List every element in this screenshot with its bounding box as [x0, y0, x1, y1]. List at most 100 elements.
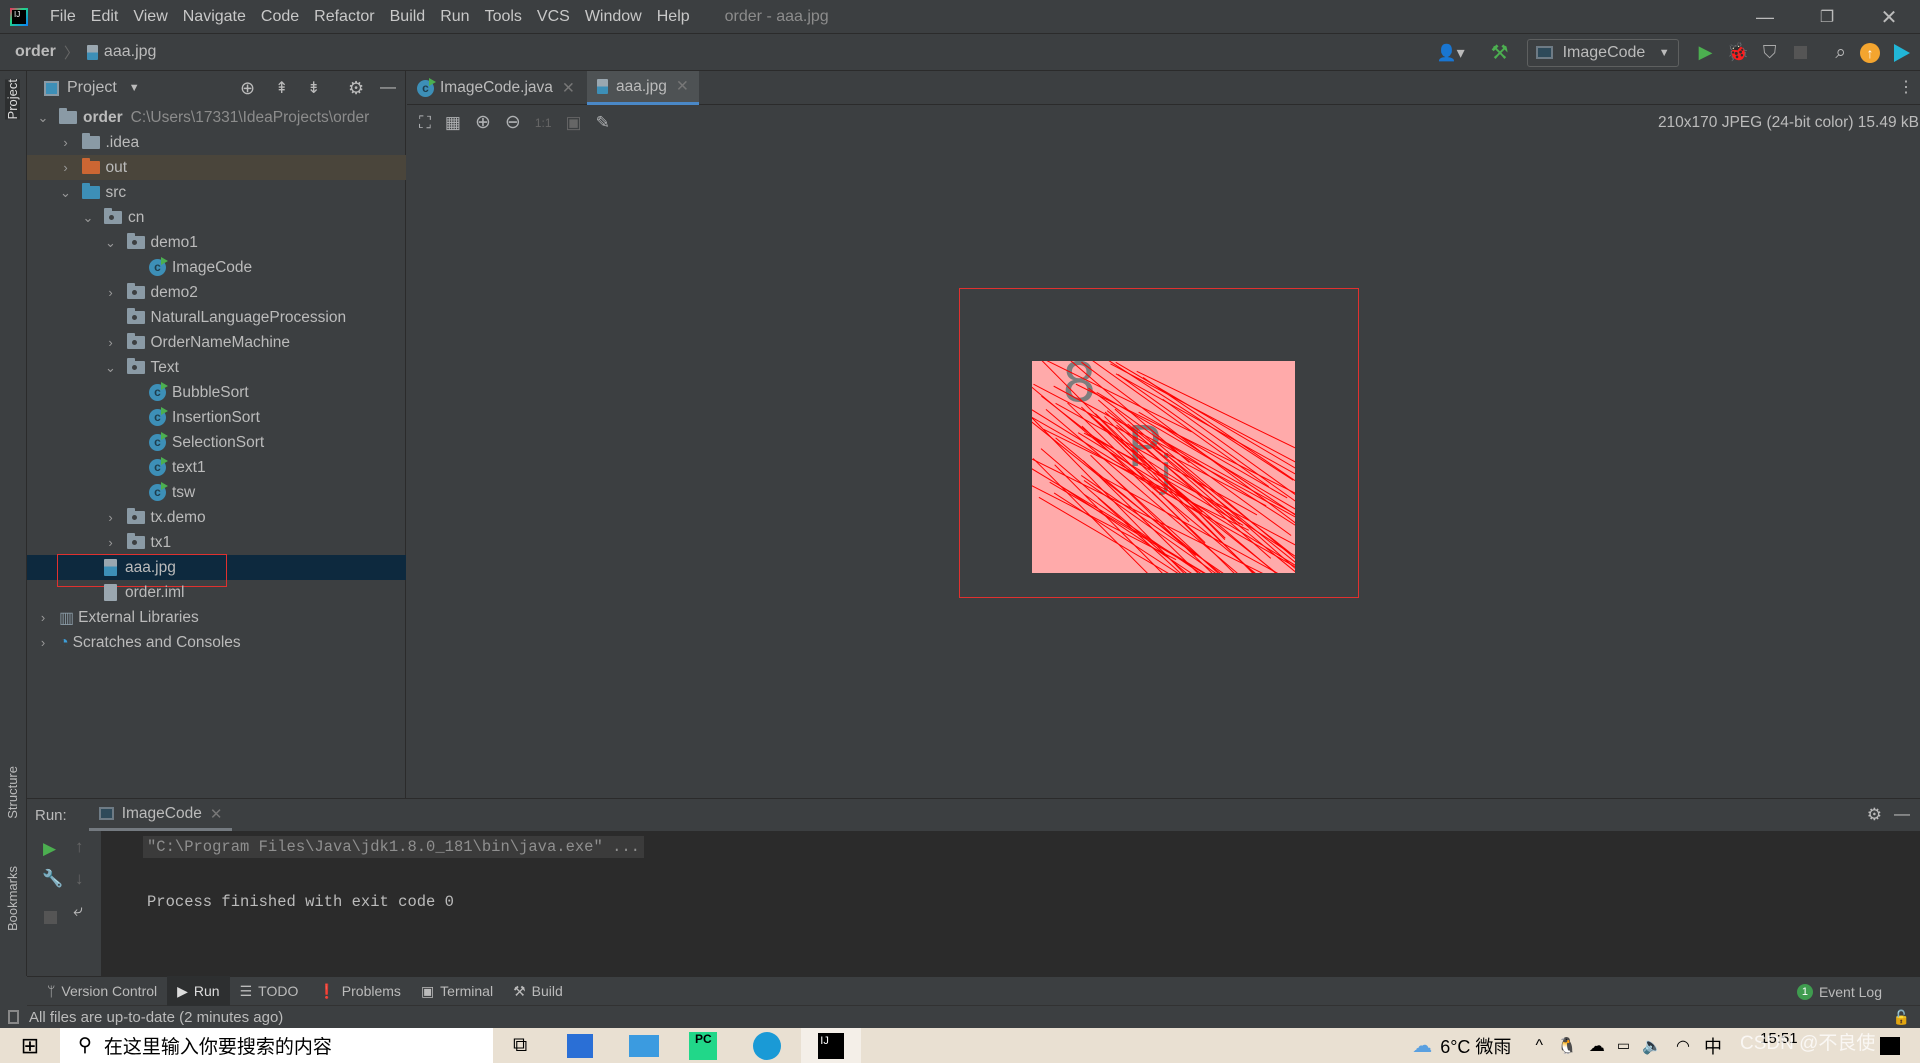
tree-item[interactable]: ⌄ Text	[27, 355, 406, 380]
tree-item[interactable]: ⌄ src	[27, 180, 406, 205]
onedrive-icon[interactable]: ☁	[1589, 1036, 1605, 1056]
search-icon[interactable]: ⌕	[1835, 42, 1846, 64]
tree-item[interactable]: ⌄ order C:\Users\17331\IdeaProjects\order	[27, 105, 406, 130]
more-options-icon[interactable]: ⋮	[1898, 77, 1914, 97]
tree-item[interactable]: › tx1	[27, 530, 406, 555]
close-tab-icon[interactable]: ✕	[210, 805, 223, 823]
minimize-button[interactable]: —	[1734, 7, 1796, 28]
mail-app-icon[interactable]	[629, 1034, 660, 1057]
tree-item[interactable]: › tx.demo	[27, 505, 406, 530]
settings-wrench-icon[interactable]: 🔧	[42, 869, 63, 889]
fit-window-icon[interactable]: ▣	[566, 113, 582, 133]
wifi-icon[interactable]: ◠	[1676, 1036, 1690, 1056]
grid-icon[interactable]: ▦	[445, 113, 461, 133]
tree-item[interactable]: › ◔ Scratches and Consoles	[27, 630, 406, 655]
hide-icon[interactable]: —	[1894, 806, 1910, 824]
status-toggle-icon[interactable]	[8, 1010, 19, 1024]
actual-size-button[interactable]: 1:1	[535, 116, 552, 130]
soft-wrap-icon[interactable]: ⤶	[73, 901, 83, 921]
update-icon[interactable]: ↑	[1860, 42, 1880, 63]
chevron-right-icon[interactable]: ›	[104, 335, 118, 350]
chevron-right-icon[interactable]: ›	[104, 285, 118, 300]
tree-item[interactable]: › ▥ External Libraries	[27, 605, 406, 630]
stop-icon[interactable]	[1794, 46, 1808, 59]
zoom-in-icon[interactable]: ⊕	[475, 111, 491, 134]
menu-tools[interactable]: Tools	[485, 8, 522, 26]
menu-refactor[interactable]: Refactor	[314, 8, 374, 26]
tree-item[interactable]: › .idea	[27, 130, 406, 155]
close-tab-icon[interactable]: ✕	[676, 77, 689, 96]
maximize-button[interactable]: ❐	[1796, 7, 1858, 27]
intellij-app-icon[interactable]: IJ	[801, 1028, 862, 1063]
lock-icon[interactable]: 🔓	[1893, 1009, 1910, 1026]
user-icon[interactable]: 👤▾	[1437, 43, 1465, 63]
tray-chevron-up-icon[interactable]: ^	[1535, 1037, 1543, 1055]
tree-item[interactable]: c tsw	[27, 480, 406, 505]
project-view-select[interactable]: Project	[67, 79, 117, 97]
stop-icon[interactable]	[44, 911, 57, 924]
run-tab-imagecode[interactable]: ImageCode ✕	[88, 799, 233, 831]
build-hammer-icon[interactable]: ⚒	[1491, 40, 1509, 65]
volume-icon[interactable]: 🔈	[1642, 1036, 1662, 1056]
rerun-icon[interactable]: ▶	[43, 839, 56, 859]
chevron-right-icon[interactable]: ›	[59, 160, 73, 175]
coverage-icon[interactable]: ⛉	[1763, 42, 1777, 63]
debug-icon[interactable]: 🐞	[1726, 42, 1748, 63]
edge-app-icon[interactable]	[753, 1031, 782, 1060]
chevron-right-icon[interactable]: ›	[59, 135, 73, 150]
breadcrumb-project[interactable]: order	[15, 43, 56, 61]
project-tool-button[interactable]: Project	[5, 79, 20, 120]
fit-zoom-icon[interactable]: ⛶	[419, 113, 431, 133]
structure-tool-button[interactable]: Structure	[5, 766, 20, 819]
menu-edit[interactable]: Edit	[91, 8, 119, 26]
chevron-right-icon[interactable]: ›	[104, 535, 118, 550]
chevron-down-icon[interactable]: ⌄	[59, 185, 73, 201]
chevron-down-icon[interactable]: ⌄	[104, 360, 118, 376]
menu-view[interactable]: View	[133, 8, 167, 26]
run-config-select[interactable]: ImageCode ▼	[1526, 38, 1679, 67]
menu-window[interactable]: Window	[585, 8, 642, 26]
tool-window-terminal[interactable]: ▣ Terminal	[411, 976, 503, 1006]
task-view-icon[interactable]: ⧉	[513, 1034, 527, 1057]
tool-window-todo[interactable]: ☰ TODO	[230, 976, 309, 1006]
chevron-down-icon[interactable]: ⌄	[81, 210, 95, 226]
tool-window-version-control[interactable]: ᛘ Version Control	[37, 976, 167, 1006]
tree-item[interactable]: c text1	[27, 455, 406, 480]
menu-navigate[interactable]: Navigate	[183, 8, 246, 26]
tree-item[interactable]: c ImageCode	[27, 255, 406, 280]
event-log-button[interactable]: 1 Event Log	[1796, 977, 1882, 1007]
menu-run[interactable]: Run	[440, 8, 469, 26]
tree-item[interactable]: c BubbleSort	[27, 380, 406, 405]
gear-icon[interactable]: ⚙	[348, 78, 364, 99]
tool-window-build[interactable]: ⚒ Build	[503, 976, 573, 1006]
hide-icon[interactable]: —	[380, 79, 396, 97]
menu-code[interactable]: Code	[261, 8, 299, 26]
tree-item[interactable]: › out	[27, 155, 406, 180]
menu-file[interactable]: File	[50, 8, 76, 26]
tree-item[interactable]: NaturalLanguageProcession	[27, 305, 406, 330]
windows-start-icon[interactable]: ⊞	[0, 1033, 60, 1059]
down-arrow-icon[interactable]: ↓	[75, 869, 84, 889]
bookmarks-tool-button[interactable]: Bookmarks	[5, 866, 20, 931]
tree-item[interactable]: aaa.jpg	[27, 554, 406, 587]
chevron-down-icon[interactable]: ⌄	[104, 235, 118, 251]
tree-item[interactable]: c InsertionSort	[27, 405, 406, 430]
expand-all-icon[interactable]: ⇞	[275, 78, 288, 98]
pycharm-app-icon[interactable]: PC	[689, 1031, 718, 1060]
tree-item[interactable]: ⌄ demo1	[27, 230, 406, 255]
menu-build[interactable]: Build	[390, 8, 426, 26]
qq-icon[interactable]: 🐧	[1557, 1036, 1577, 1056]
chevron-right-icon[interactable]: ›	[36, 635, 50, 650]
chevron-down-icon[interactable]: ⌄	[36, 110, 50, 126]
menu-vcs[interactable]: VCS	[537, 8, 570, 26]
tree-item[interactable]: c SelectionSort	[27, 430, 406, 455]
color-picker-icon[interactable]: ✎	[596, 113, 610, 133]
run-icon[interactable]: ▶	[1699, 42, 1713, 63]
tree-item[interactable]: › demo2	[27, 280, 406, 305]
tool-window-run[interactable]: ▶ Run	[167, 976, 230, 1006]
taskbar-search[interactable]: ⚲ 在这里输入你要搜索的内容	[60, 1028, 493, 1063]
code-with-me-icon[interactable]	[1894, 43, 1910, 62]
chevron-right-icon[interactable]: ›	[104, 510, 118, 525]
close-tab-icon[interactable]: ✕	[562, 79, 575, 98]
store-app-icon[interactable]	[567, 1033, 594, 1058]
